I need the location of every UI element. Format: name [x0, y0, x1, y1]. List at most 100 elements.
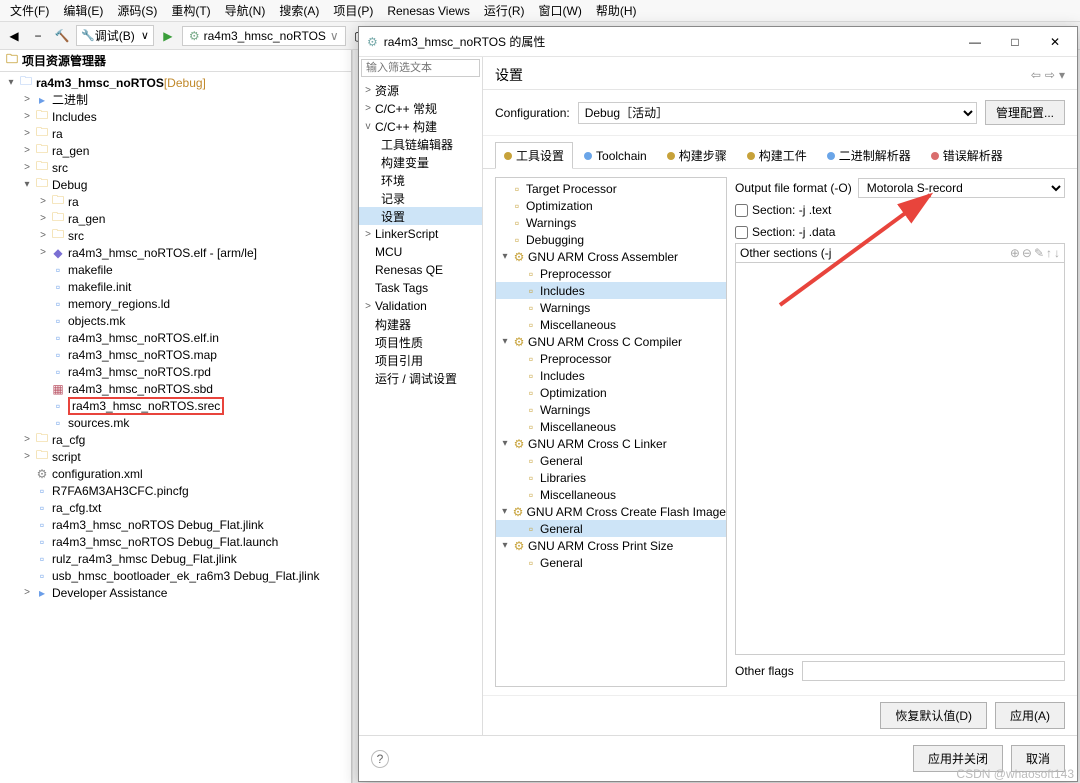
tree-row[interactable]: ▫sources.mk	[0, 414, 351, 431]
category-row[interactable]: 运行 / 调试设置	[359, 369, 482, 387]
category-row[interactable]: Task Tags	[359, 279, 482, 297]
settings-item[interactable]: ▫Includes	[496, 282, 726, 299]
settings-item[interactable]: ▫Debugging	[496, 231, 726, 248]
category-row[interactable]: 构建器	[359, 315, 482, 333]
menu-item[interactable]: Renesas Views	[381, 2, 476, 20]
tree-row[interactable]: >🗀script	[0, 448, 351, 465]
tree-row[interactable]: >🗀ra	[0, 125, 351, 142]
settings-group[interactable]: ▾⚙GNU ARM Cross C Compiler	[496, 333, 726, 350]
other-flags-input[interactable]	[802, 661, 1065, 681]
settings-group[interactable]: ▾⚙GNU ARM Cross Assembler	[496, 248, 726, 265]
menu-item[interactable]: 运行(R)	[478, 0, 531, 21]
tree-row[interactable]: ▫ra4m3_hmsc_noRTOS.map	[0, 346, 351, 363]
settings-tab[interactable]: 构建工件	[738, 142, 816, 168]
down-icon[interactable]: ↓	[1054, 246, 1060, 260]
tree-row[interactable]: >🗀src	[0, 159, 351, 176]
category-row[interactable]: 工具链编辑器	[359, 135, 482, 153]
tree-row[interactable]: ▾🗀ra4m3_hmsc_noRTOS [Debug]	[0, 74, 351, 91]
tree-row[interactable]: >🗀Includes	[0, 108, 351, 125]
settings-item[interactable]: ▫Warnings	[496, 214, 726, 231]
settings-item[interactable]: ▫Miscellaneous	[496, 486, 726, 503]
config-dropdown[interactable]: Debug［活动］	[578, 102, 977, 124]
category-row[interactable]: 构建变量	[359, 153, 482, 171]
menu-item[interactable]: 项目(P)	[327, 0, 379, 21]
settings-item[interactable]: ▫General	[496, 452, 726, 469]
category-row[interactable]: >LinkerScript	[359, 225, 482, 243]
category-row[interactable]: 环境	[359, 171, 482, 189]
settings-item[interactable]: ▫Preprocessor	[496, 350, 726, 367]
tool-settings-tree[interactable]: ▫Target Processor▫Optimization▫Warnings▫…	[495, 177, 727, 687]
settings-item[interactable]: ▫Optimization	[496, 384, 726, 401]
back-icon[interactable]: ⇦	[1031, 68, 1041, 82]
settings-group[interactable]: ▾⚙GNU ARM Cross C Linker	[496, 435, 726, 452]
settings-item[interactable]: ▫Includes	[496, 367, 726, 384]
tree-row[interactable]: ⚙configuration.xml	[0, 465, 351, 482]
category-tree[interactable]: >资源>C/C++ 常规vC/C++ 构建工具链编辑器构建变量环境记录设置>Li…	[359, 79, 482, 735]
up-icon[interactable]: ↑	[1046, 246, 1052, 260]
other-sections-list[interactable]	[735, 262, 1065, 655]
remove-icon[interactable]: ⊖	[1022, 246, 1032, 260]
settings-item[interactable]: ▫General	[496, 554, 726, 571]
settings-tab[interactable]: 错误解析器	[922, 142, 1012, 168]
category-row[interactable]: 项目性质	[359, 333, 482, 351]
settings-tab[interactable]: 工具设置	[495, 142, 573, 169]
settings-item[interactable]: ▫Warnings	[496, 401, 726, 418]
maximize-button[interactable]: □	[1001, 35, 1029, 49]
edit-icon[interactable]: ✎	[1034, 246, 1044, 260]
tree-row[interactable]: ▫ra_cfg.txt	[0, 499, 351, 516]
minimize-button[interactable]: —	[961, 35, 989, 49]
tree-row[interactable]: >▸二进制	[0, 91, 351, 108]
settings-item[interactable]: ▫Preprocessor	[496, 265, 726, 282]
tree-row[interactable]: >🗀ra_gen	[0, 142, 351, 159]
restore-defaults-button[interactable]: 恢复默认值(D)	[880, 702, 987, 729]
category-row[interactable]: 记录	[359, 189, 482, 207]
category-row[interactable]: >Validation	[359, 297, 482, 315]
add-icon[interactable]: ⊕	[1010, 246, 1020, 260]
tree-row[interactable]: ▫memory_regions.ld	[0, 295, 351, 312]
help-button[interactable]: ?	[371, 750, 389, 768]
settings-group[interactable]: ▾⚙GNU ARM Cross Print Size	[496, 537, 726, 554]
category-row[interactable]: 项目引用	[359, 351, 482, 369]
category-row[interactable]: vC/C++ 构建	[359, 117, 482, 135]
menu-item[interactable]: 导航(N)	[219, 0, 272, 21]
tree-row[interactable]: >🗀src	[0, 227, 351, 244]
menu-icon[interactable]: ▾	[1059, 68, 1065, 82]
category-row[interactable]: 设置	[359, 207, 482, 225]
project-tree[interactable]: ▾🗀ra4m3_hmsc_noRTOS [Debug]>▸二进制>🗀Includ…	[0, 72, 351, 783]
debug-config-dropdown[interactable]: 🔧 调试(B) ∨	[76, 25, 154, 46]
settings-item[interactable]: ▫Libraries	[496, 469, 726, 486]
tree-row[interactable]: ▫ra4m3_hmsc_noRTOS.srec	[0, 397, 351, 414]
settings-group[interactable]: ▾⚙GNU ARM Cross Create Flash Image	[496, 503, 726, 520]
settings-item[interactable]: ▫General	[496, 520, 726, 537]
tree-row[interactable]: ▫rulz_ra4m3_hmsc Debug_Flat.jlink	[0, 550, 351, 567]
menu-item[interactable]: 窗口(W)	[533, 0, 588, 21]
menu-item[interactable]: 搜索(A)	[273, 0, 325, 21]
section-text-checkbox[interactable]	[735, 204, 748, 217]
menu-item[interactable]: 编辑(E)	[57, 0, 109, 21]
output-format-dropdown[interactable]: Motorola S-record	[858, 178, 1065, 198]
tree-row[interactable]: >◆ra4m3_hmsc_noRTOS.elf - [arm/le]	[0, 244, 351, 261]
filter-input[interactable]	[361, 59, 480, 77]
settings-tab[interactable]: 二进制解析器	[818, 142, 920, 168]
tree-row[interactable]: ▫ra4m3_hmsc_noRTOS.rpd	[0, 363, 351, 380]
tree-row[interactable]: ▫makefile.init	[0, 278, 351, 295]
menu-item[interactable]: 源码(S)	[111, 0, 163, 21]
close-button[interactable]: ✕	[1041, 35, 1069, 49]
settings-item[interactable]: ▫Miscellaneous	[496, 316, 726, 333]
tree-row[interactable]: ▫ra4m3_hmsc_noRTOS Debug_Flat.jlink	[0, 516, 351, 533]
run-icon[interactable]: ▶	[158, 26, 178, 46]
hammer-icon[interactable]: 🔨	[52, 26, 72, 46]
tree-row[interactable]: >🗀ra_cfg	[0, 431, 351, 448]
settings-item[interactable]: ▫Optimization	[496, 197, 726, 214]
settings-tab[interactable]: Toolchain	[575, 142, 656, 168]
back-icon[interactable]: ◀	[4, 26, 24, 46]
settings-item[interactable]: ▫Warnings	[496, 299, 726, 316]
tree-row[interactable]: ▫R7FA6M3AH3CFC.pincfg	[0, 482, 351, 499]
menu-item[interactable]: 重构(T)	[165, 0, 216, 21]
category-row[interactable]: Renesas QE	[359, 261, 482, 279]
tree-row[interactable]: ▫usb_hmsc_bootloader_ek_ra6m3 Debug_Flat…	[0, 567, 351, 584]
tree-row[interactable]: ▫makefile	[0, 261, 351, 278]
manage-config-button[interactable]: 管理配置...	[985, 100, 1065, 125]
category-row[interactable]: >资源	[359, 81, 482, 99]
minus-icon[interactable]: −	[28, 26, 48, 46]
